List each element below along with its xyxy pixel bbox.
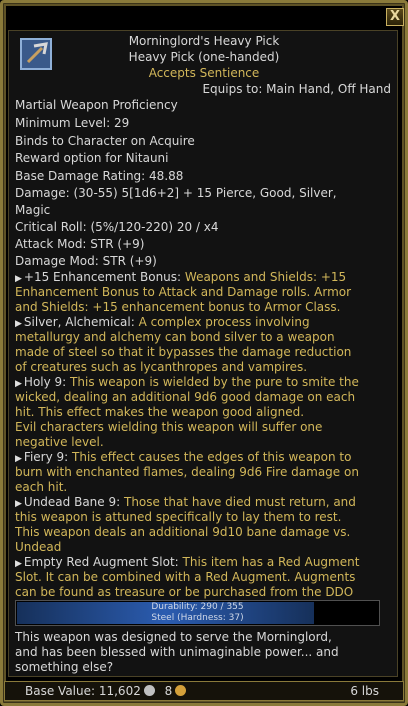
description-l2: and has been blessed with unimaginable p… [15,645,339,659]
proficiency: Martial Weapon Proficiency [15,98,178,112]
description: This weapon was designed to serve the Mo… [15,630,387,675]
effect-augment-l3: can be found as treasure or be purchased… [15,585,354,599]
effect-enhancement-desc: Weapons and Shields: +15 [184,270,347,284]
effect-silver-l4: of creatures such as lycanthropes and va… [15,360,308,374]
effect-enhancement-l2: Enhancement Bonus to Attack and Damage r… [15,285,352,299]
footer-bar: Base Value: 11,602 8 6 lbs [4,681,404,701]
effect-augment-l2: Slot. It can be combined with a Red Augm… [15,570,356,584]
effect-bane-name: Undead Bane 9: [23,495,121,509]
description-l1: This weapon was designed to serve the Mo… [15,630,332,644]
minimum-level: Minimum Level: 29 [15,116,130,130]
description-l3: something else? [15,660,114,674]
equips-to: Equips to: Main Hand, Off Hand [202,82,391,96]
bullet-triangle-icon: ▶ [15,559,22,569]
base-damage-value: 48.88 [149,169,184,183]
base-damage-label: Base Damage Rating: [15,169,146,183]
base-value-group: Base Value: 11,602 8 [25,684,187,699]
effect-bane-desc: Those that have died must return, and [124,495,356,509]
attack-mod: Attack Mod: STR (+9) [15,237,145,251]
effect-enhancement-name: +15 Enhancement Bonus: [23,270,182,284]
bullet-triangle-icon: ▶ [15,274,22,284]
damage-line-2: Magic [15,203,51,217]
sentience-label: Accepts Sentience [148,66,260,80]
binds: Binds to Character on Acquire [15,134,195,148]
critical-roll: Critical Roll: (5%/120-220) 20 / x4 [15,220,219,234]
effect-fiery-name: Fiery 9: [23,450,69,464]
effect-holy-l3: hit. This effect makes the weapon good a… [15,405,305,419]
base-value: Base Value: 11,602 [25,684,141,698]
bullet-triangle-icon: ▶ [15,319,22,329]
effect-holy-l2: wicked, dealing an additional 9d6 good d… [15,390,356,404]
bullet-triangle-icon: ▶ [15,454,22,464]
effect-silver-name: Silver, Alchemical: [23,315,135,329]
effect-silver-l2: metallurgy and alchemy can bond silver t… [15,330,335,344]
effect-bane-l2: this weapon is attuned specifically to l… [15,510,342,524]
effect-fiery-l2: burn with enchanted flames, dealing 9d6 … [15,465,359,479]
effect-bane-l3: This weapon deals an additional 9d10 ban… [15,525,351,539]
effect-holy-l4: Evil characters wielding this weapon wil… [15,420,323,434]
effect-fiery-desc: This effect causes the edges of this wea… [72,450,352,464]
damage-line-1: Damage: (30-55) 5[1d6+2] + 15 Pierce, Go… [15,186,337,200]
bullet-triangle-icon: ▶ [15,379,22,389]
effect-fiery-l3: each hit. [15,480,68,494]
effect-holy-l5: negative level. [15,435,104,449]
coin-count: 8 [164,684,173,698]
base-damage-rating: Base Damage Rating: 48.88 [15,169,390,184]
effect-augment-desc: This item has a Red Augment [182,555,360,569]
effect-augment-name: Empty Red Augment Slot: [23,555,179,569]
effect-holy-name: Holy 9: [23,375,67,389]
durability-bar: Durability: 290 / 355 Steel (Hardness: 3… [15,600,380,626]
reward-option: Reward option for Nitauni [15,151,169,165]
durability-text: Durability: 290 / 355 [151,602,244,612]
effect-silver-desc: A complex process involving [138,315,310,329]
material-hardness: Steel (Hardness: 37) [151,613,244,623]
platinum-coin-icon [143,685,155,696]
gold-coin-icon [175,685,187,696]
effect-holy-desc: This weapon is wielded by the pure to sm… [70,375,359,389]
close-button[interactable]: X [386,8,404,26]
damage-mod: Damage Mod: STR (+9) [15,254,157,268]
item-type: Heavy Pick (one-handed) [128,50,280,64]
effect-silver-l3: made of steel so that it bypasses the da… [15,345,352,359]
item-name: Morninglord's Heavy Pick [128,34,280,48]
weight: 6 lbs [350,684,379,698]
effect-bane-l4: Undead [15,540,62,554]
bullet-triangle-icon: ▶ [15,499,22,509]
effect-enhancement-l3: and Shields: +15 enhancement bonus to Ar… [15,300,341,314]
